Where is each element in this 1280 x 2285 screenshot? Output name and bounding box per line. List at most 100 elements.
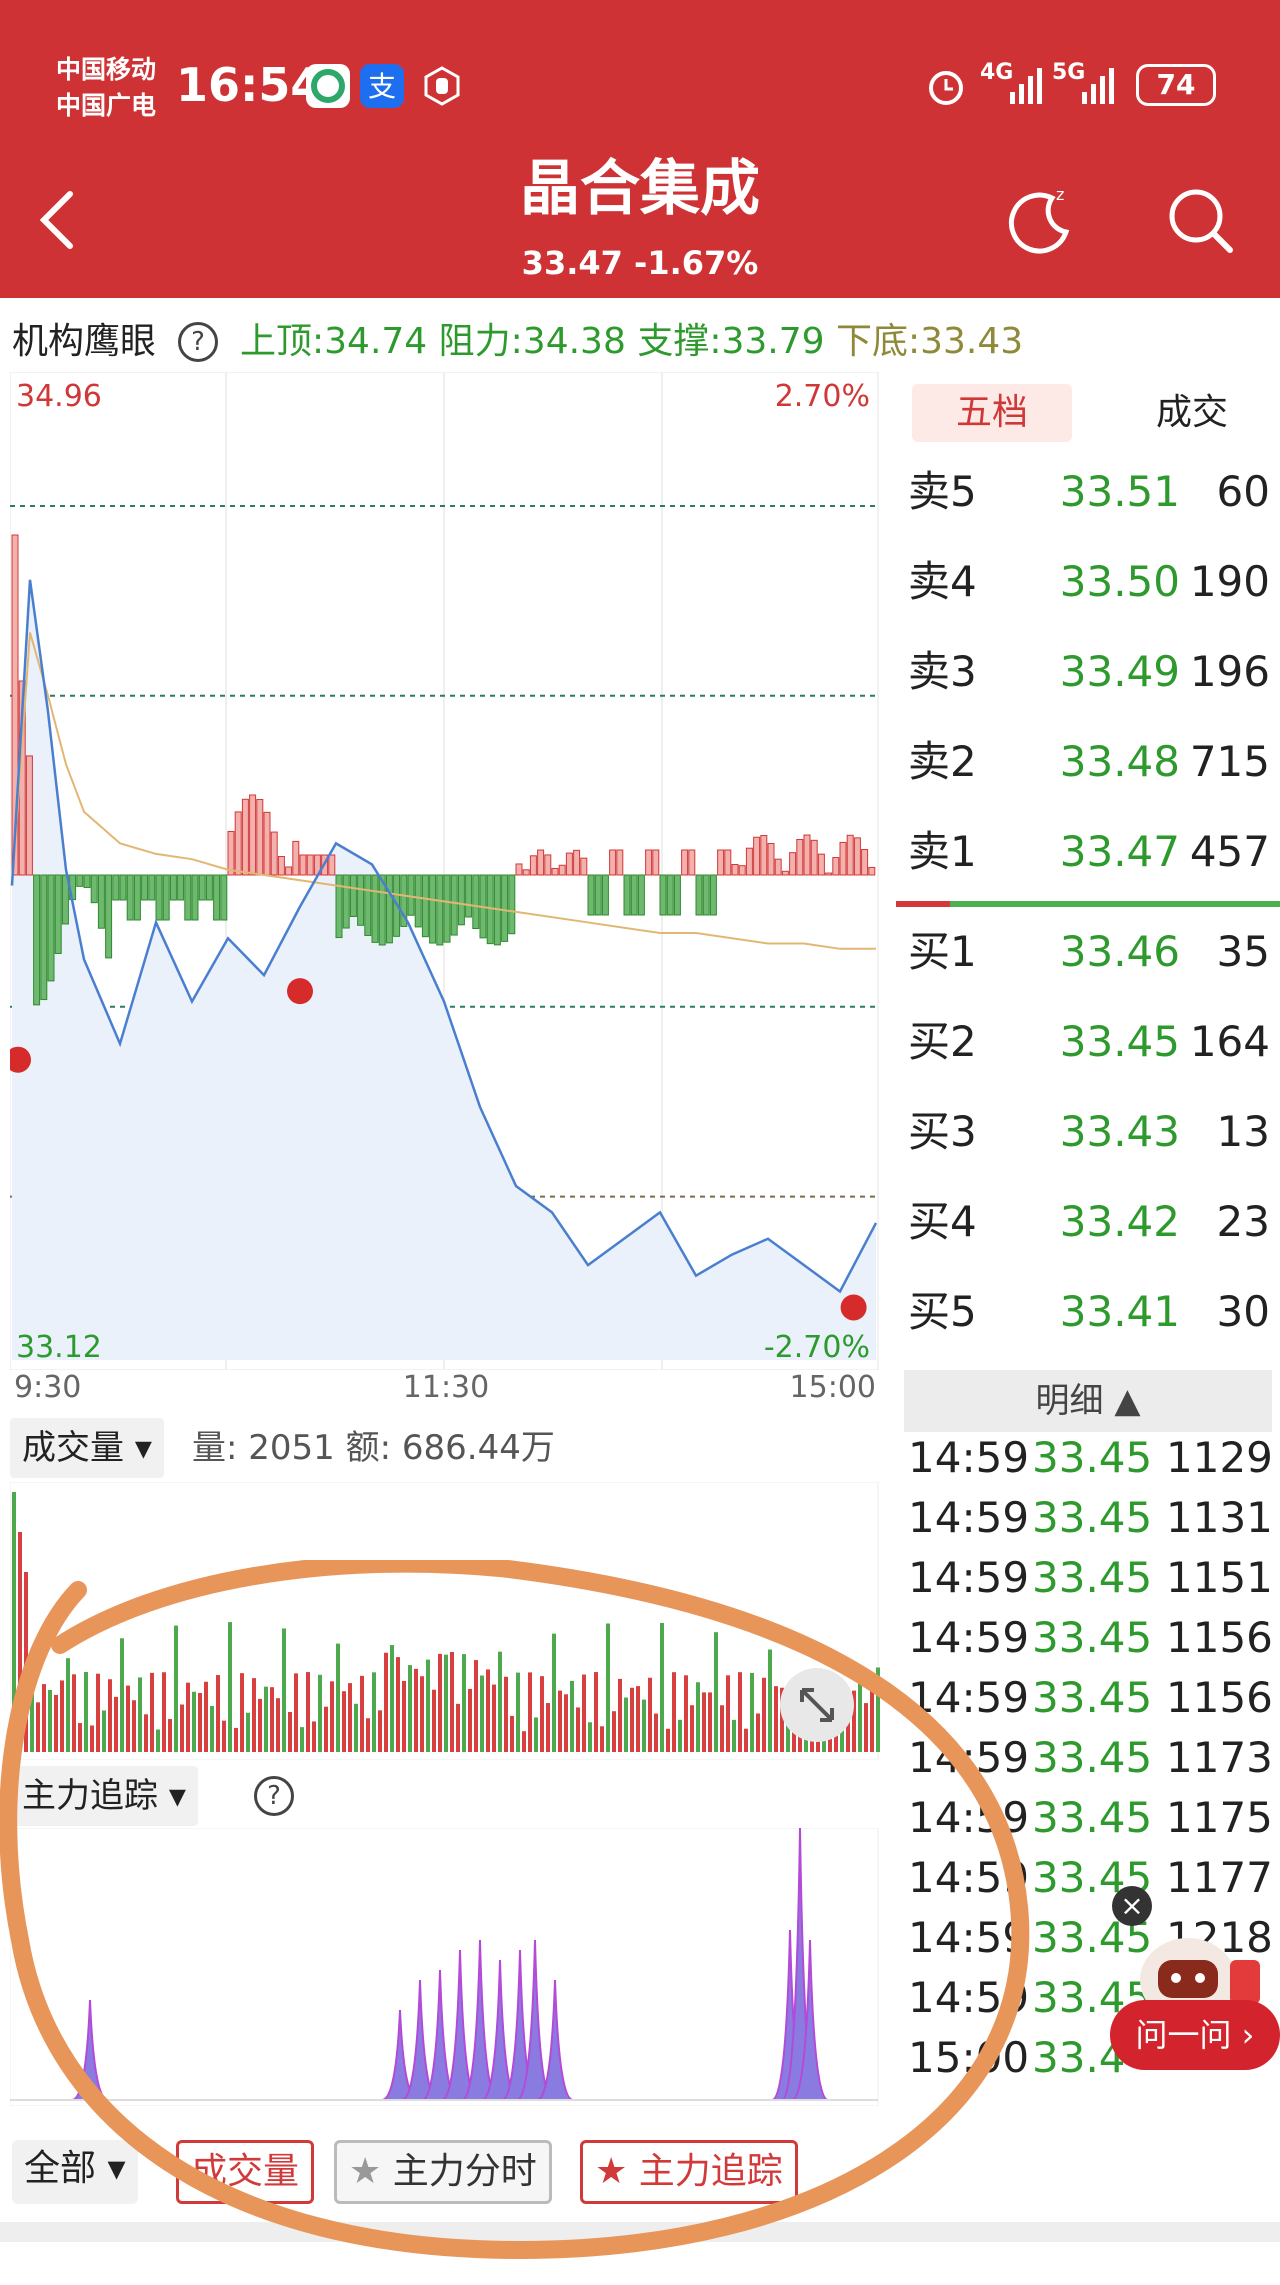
orderbook-price: 33.51 [1059,467,1180,516]
volume-bar [270,1687,274,1752]
outflow-bar [414,874,422,928]
volume-bar [606,1623,610,1752]
outflow-bar [623,874,631,916]
volume-bar [672,1672,676,1752]
orderbook-row[interactable]: 卖1 33.47 457 [900,812,1280,892]
orderbook-row[interactable]: 买2 33.45 164 [900,1002,1280,1082]
orderbook-row[interactable]: 卖3 33.49 196 [900,632,1280,712]
night-mode-icon[interactable]: z [1000,180,1080,260]
eye-bottom: 下底:33.43 [835,321,1024,362]
volume-bar [324,1706,328,1752]
back-button[interactable] [30,180,90,260]
volume-indicator-button[interactable]: 成交量 [176,2140,315,2204]
trade-row: 14:59 33.45 1175 [904,1788,1280,1848]
orderbook-row[interactable]: 卖4 33.50 190 [900,542,1280,622]
outflow-bar [465,874,473,918]
orderbook-row[interactable]: 买3 33.43 13 [900,1092,1280,1172]
inflow-bar [558,864,566,876]
money-bag-icon [840,1294,867,1321]
orderbook-volume: 190 [1189,557,1270,606]
volume-bar [96,1673,100,1752]
volume-bar [126,1685,130,1752]
outflow-bar [97,874,105,929]
inflow-bar [234,811,242,876]
main-force-help-icon[interactable]: ? [254,1776,294,1816]
main-force-timeshare-button[interactable]: ★ 主力分时 [334,2140,552,2204]
volume-bar [168,1719,172,1752]
ask-button[interactable]: 问一问 › [1110,2000,1280,2070]
main-force-tracking-button[interactable]: ★ 主力追踪 [580,2140,798,2204]
orderbook-row[interactable]: 买1 33.46 35 [900,912,1280,992]
volume-bar [768,1649,772,1752]
orderbook-volume: 196 [1189,647,1270,696]
trade-row: 14:59 33.45 1156 [904,1668,1280,1728]
expand-icon[interactable] [780,1668,854,1742]
eye-values: 上顶:34.74 阻力:34.38 支撑:33.79 下底:33.43 [240,312,1023,372]
volume-bar [648,1677,652,1752]
tab-trades[interactable]: 成交 [1112,384,1272,442]
volume-bar [114,1696,118,1752]
trade-volume: 1156 [1166,1673,1273,1722]
outflow-bar [90,874,98,904]
pct-high-label: 2.70% [775,379,870,414]
orderbook-row[interactable]: 卖5 33.51 60 [900,452,1280,532]
volume-bar [288,1712,292,1752]
indicator-bar: 全部 ▾ 成交量 ★ 主力分时 ★ 主力追踪 [0,2130,1280,2220]
volume-bar [120,1638,124,1752]
orderbook-level-label: 买4 [908,1197,977,1246]
volume-bar [372,1672,376,1752]
volume-bar [78,1723,82,1752]
tab-five-levels[interactable]: 五档 [912,384,1072,442]
orderbook-row[interactable]: 买5 33.41 30 [900,1272,1280,1352]
intraday-chart[interactable]: 34.96 2.70% 33.12 -2.70% [5,371,886,1371]
volume-bar [54,1694,58,1752]
outflow-bar [342,874,350,929]
orderbook-row[interactable]: 卖2 33.48 715 [900,722,1280,802]
outflow-bar [443,874,451,943]
main-force-chart [9,1827,886,2107]
orderbook-level-label: 买3 [908,1107,977,1156]
all-dropdown[interactable]: 全部 ▾ [12,2140,138,2204]
inflow-bar [767,842,775,876]
inflow-bar [328,854,336,876]
volume-bar [138,1677,142,1752]
eye-top: 上顶:34.74 [240,321,428,362]
volume-bar [552,1633,556,1752]
volume-bar [264,1686,268,1752]
inflow-bar [515,863,523,876]
orderbook-row[interactable]: 买4 33.42 23 [900,1182,1280,1262]
inflow-bar [688,849,696,876]
main-force-timeshare-label: 主力分时 [392,2151,537,2192]
eye-help-icon[interactable]: ? [178,322,218,362]
outflow-bar [83,874,91,888]
eye-label: 机构鹰眼 [12,321,157,362]
volume-bar [702,1692,706,1752]
volume-bar [600,1726,604,1752]
app-notification-icon [306,64,350,108]
volume-chart [9,1481,886,1761]
outflow-bar [673,874,681,916]
search-icon[interactable] [1160,180,1240,260]
volume-dropdown[interactable]: 成交量 ▾ [10,1418,164,1478]
volume-bar [486,1669,490,1752]
main-force-dropdown[interactable]: 主力追踪 ▾ [10,1766,198,1826]
outflow-bar [133,874,141,921]
volume-bar [420,1676,424,1752]
volume-bar [462,1654,466,1752]
orderbook-level-label: 卖1 [908,827,977,876]
volume-bar [222,1720,226,1752]
detail-header[interactable]: 明细 ▲ [904,1370,1272,1432]
volume-bar [210,1705,214,1752]
orderbook-level-label: 卖4 [908,557,977,606]
outflow-bar [587,874,595,916]
volume-bar [384,1652,388,1752]
orderbook-price: 33.45 [1059,1017,1180,1066]
trade-price: 33.45 [1032,1673,1153,1722]
volume-info: 量: 2051 额: 686.44万 [192,1428,555,1468]
volume-bar [864,1703,868,1752]
volume-bar [588,1722,592,1752]
trade-time: 15:00 [908,2033,1030,2082]
outflow-bar [695,874,703,916]
orderbook-level-label: 卖3 [908,647,977,696]
volume-bar [246,1712,250,1752]
